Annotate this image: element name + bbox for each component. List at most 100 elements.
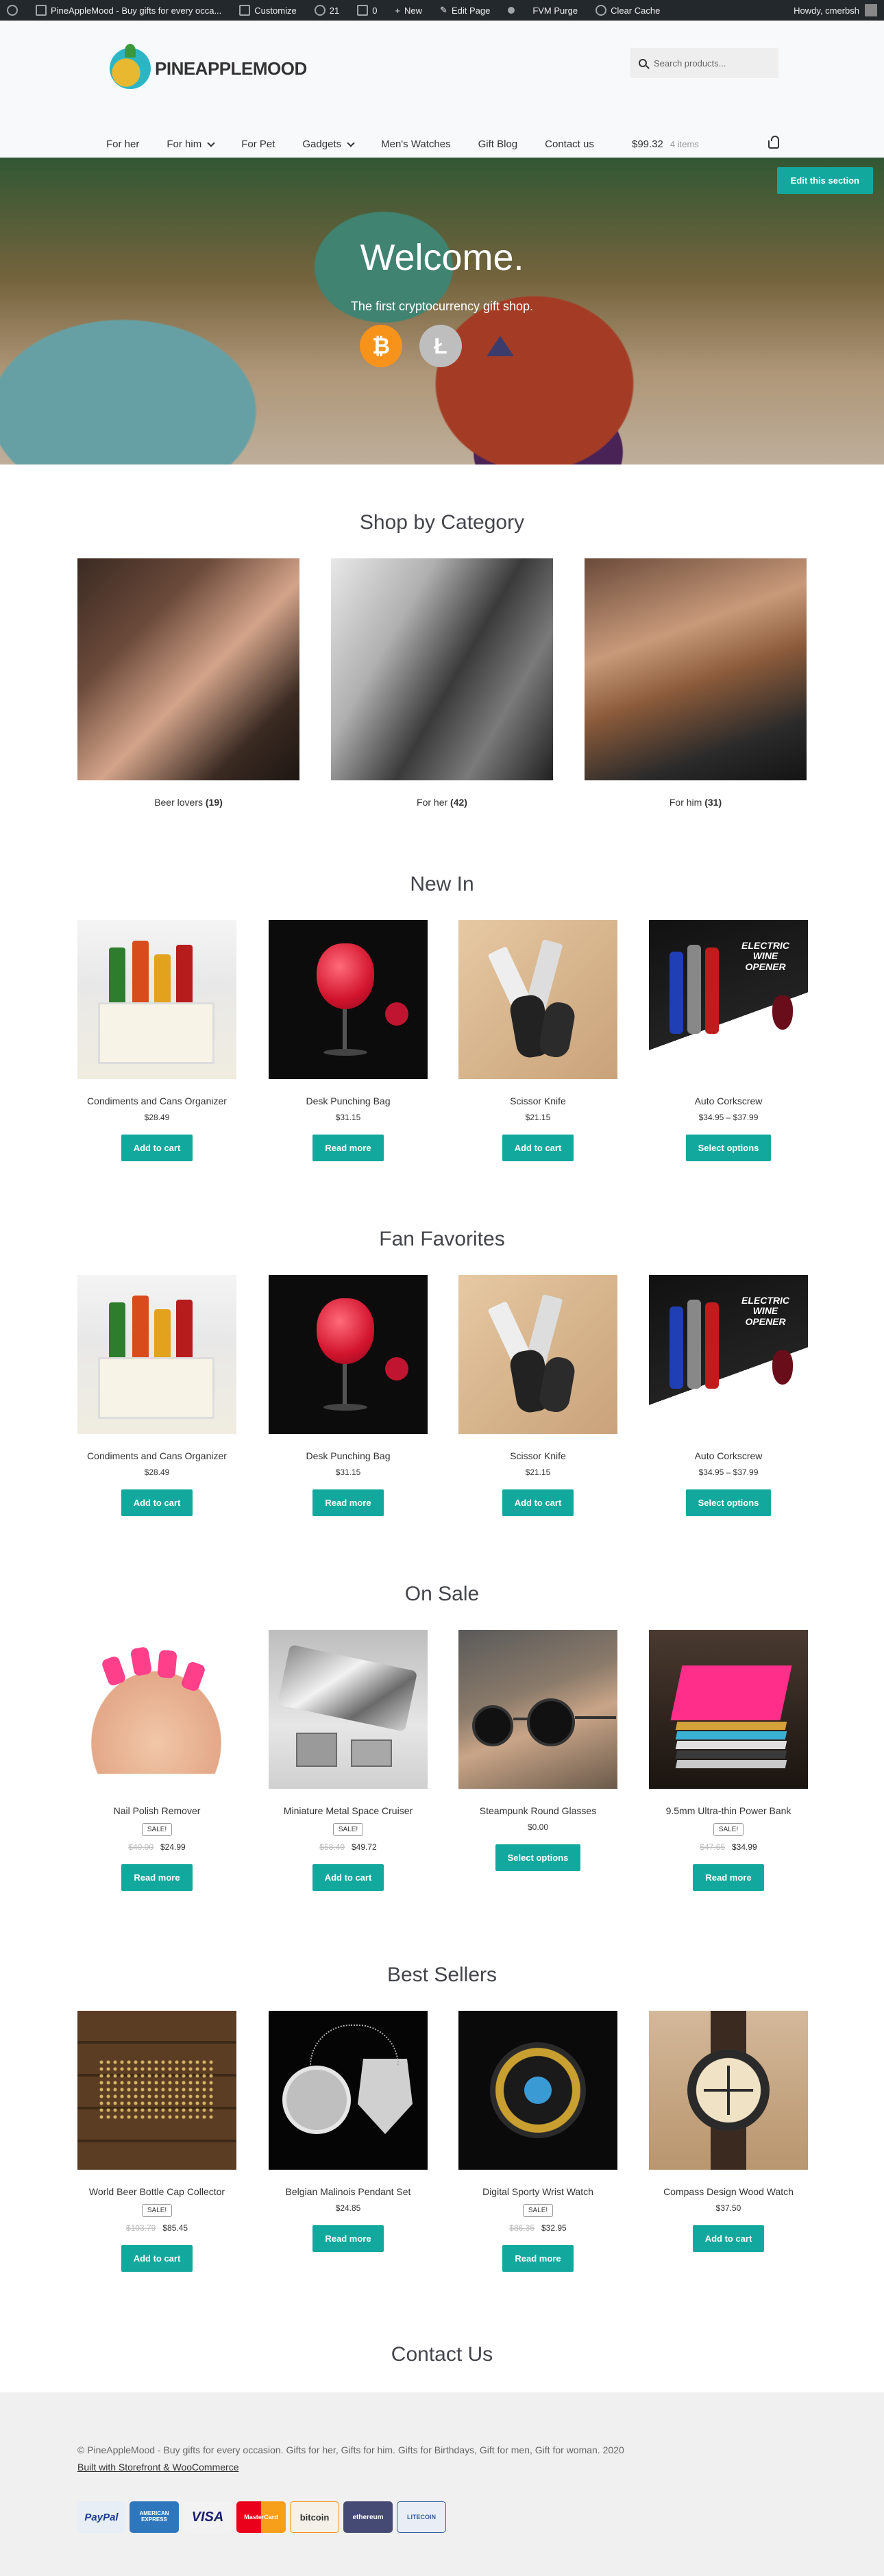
- admin-clear-cache[interactable]: Clear Cache: [596, 5, 660, 16]
- product-card[interactable]: 9.5mm Ultra-thin Power Bank Sale! $47.65…: [649, 1630, 808, 1891]
- litecoin-payment-icon: LITECOIN: [397, 2501, 446, 2533]
- admin-new[interactable]: + New: [395, 5, 422, 16]
- product-card[interactable]: Scissor Knife $21.15 Add to cart: [458, 920, 617, 1161]
- sale-badge: Sale!: [141, 1823, 173, 1836]
- add-to-cart-button[interactable]: Add to cart: [502, 1135, 574, 1161]
- nav-item-mens-watches[interactable]: Men's Watches: [381, 138, 451, 150]
- admin-customize[interactable]: Customize: [239, 5, 297, 16]
- hero-banner: Welcome. The first cryptocurrency gift s…: [0, 158, 884, 465]
- select-options-button[interactable]: Select options: [686, 1489, 771, 1516]
- admin-bar: PineAppleMood - Buy gifts for every occa…: [0, 0, 884, 21]
- category-image[interactable]: [331, 558, 553, 780]
- nav-item-for-pet[interactable]: For Pet: [241, 138, 275, 150]
- product-image[interactable]: [77, 1630, 236, 1789]
- product-card[interactable]: Nail Polish Remover Sale! $40.00 $24.99 R…: [77, 1630, 236, 1891]
- admin-status[interactable]: [508, 7, 515, 14]
- cart-count: 4 items: [670, 139, 699, 149]
- admin-updates[interactable]: 21: [314, 5, 339, 16]
- admin-site-link[interactable]: PineAppleMood - Buy gifts for every occa…: [36, 5, 221, 16]
- best-sellers-title: Best Sellers: [386, 1964, 498, 1986]
- product-card[interactable]: Digital Sporty Wrist Watch Sale! $86.35 $…: [458, 2011, 617, 2272]
- crypto-coins: ₿ Ł: [360, 325, 521, 367]
- product-image[interactable]: [649, 2011, 808, 2170]
- product-image[interactable]: [458, 1630, 617, 1789]
- footer-built-with-link[interactable]: Built with Storefront & WooCommerce: [77, 2459, 624, 2476]
- primary-nav: For her For him For Pet Gadgets Men's Wa…: [106, 138, 594, 150]
- new-in-title: New In: [410, 873, 474, 895]
- add-to-cart-button[interactable]: Add to cart: [693, 2225, 764, 2252]
- admin-fvm-purge[interactable]: FVM Purge: [532, 5, 578, 16]
- product-card[interactable]: Compass Design Wood Watch $37.50 Add to …: [649, 2011, 808, 2252]
- read-more-button[interactable]: Read more: [312, 1489, 384, 1516]
- product-image[interactable]: [458, 2011, 617, 2170]
- nav-item-gift-blog[interactable]: Gift Blog: [478, 138, 518, 150]
- category-image[interactable]: [77, 558, 299, 780]
- read-more-button[interactable]: Read more: [312, 2225, 384, 2252]
- product-card[interactable]: ELECTRIC WINE OPENER Auto Corkscrew $34.95…: [649, 1275, 808, 1516]
- add-to-cart-button[interactable]: Add to cart: [121, 1489, 193, 1516]
- product-card[interactable]: Condiments and Cans Organizer $28.49 Add…: [77, 1275, 236, 1516]
- select-options-button[interactable]: Select options: [686, 1135, 771, 1161]
- category-card-beer-lovers[interactable]: Beer lovers (19): [77, 558, 299, 808]
- read-more-button[interactable]: Read more: [121, 1864, 193, 1891]
- add-to-cart-button[interactable]: Add to cart: [121, 2245, 193, 2272]
- product-image[interactable]: [458, 1275, 617, 1434]
- brush-icon: [239, 5, 251, 16]
- site-footer: © PineAppleMood - Buy gifts for every oc…: [0, 2392, 884, 2576]
- product-card[interactable]: Scissor Knife $21.15 Add to cart: [458, 1275, 617, 1516]
- on-sale-title: On Sale: [404, 1583, 480, 1605]
- nav-item-contact-us[interactable]: Contact us: [545, 138, 594, 150]
- nav-item-gadgets[interactable]: Gadgets: [302, 138, 355, 150]
- read-more-button[interactable]: Read more: [502, 2245, 574, 2272]
- site-logo[interactable]: PINEAPPLEMOOD: [110, 44, 307, 89]
- product-image[interactable]: [269, 920, 428, 1079]
- product-image[interactable]: [77, 920, 236, 1079]
- product-image[interactable]: [649, 1630, 808, 1789]
- admin-account[interactable]: Howdy, cmerbsh: [794, 4, 877, 16]
- product-image[interactable]: [269, 1630, 428, 1789]
- contact-title: Contact Us: [391, 2343, 493, 2366]
- select-options-button[interactable]: Select options: [495, 1844, 580, 1871]
- product-card[interactable]: Desk Punching Bag $31.15 Read more: [269, 1275, 428, 1516]
- sale-badge: Sale!: [332, 1823, 364, 1836]
- visa-icon: VISA: [183, 2501, 232, 2533]
- category-card-for-her[interactable]: For her (42): [331, 558, 553, 808]
- product-card[interactable]: Steampunk Round Glasses $0.00 Select opt…: [458, 1630, 617, 1871]
- product-card[interactable]: Condiments and Cans Organizer $28.49 Add…: [77, 920, 236, 1161]
- nav-item-for-her[interactable]: For her: [106, 138, 139, 150]
- product-image[interactable]: [269, 2011, 428, 2170]
- search-icon: [639, 59, 647, 67]
- product-card[interactable]: Miniature Metal Space Cruiser Sale! $58.…: [269, 1630, 428, 1891]
- basket-icon: [768, 135, 779, 149]
- nav-item-for-him[interactable]: For him: [167, 138, 215, 150]
- chevron-down-icon: [347, 138, 355, 147]
- product-image[interactable]: [77, 2011, 236, 2170]
- avatar: [865, 4, 877, 16]
- product-image[interactable]: [458, 920, 617, 1079]
- cache-icon: [596, 5, 607, 16]
- read-more-button[interactable]: Read more: [312, 1135, 384, 1161]
- mini-cart[interactable]: $99.32 4 items: [632, 135, 779, 150]
- product-card[interactable]: ELECTRIC WINE OPENER Auto Corkscrew $34.95…: [649, 920, 808, 1161]
- search-input[interactable]: Search products...: [630, 48, 778, 78]
- bitcoin-icon: ₿: [360, 325, 402, 367]
- wordpress-logo[interactable]: [7, 5, 18, 16]
- add-to-cart-button[interactable]: Add to cart: [502, 1489, 574, 1516]
- add-to-cart-button[interactable]: Add to cart: [312, 1864, 384, 1891]
- product-image[interactable]: [77, 1275, 236, 1434]
- read-more-button[interactable]: Read more: [693, 1864, 764, 1891]
- product-image[interactable]: ELECTRIC WINE OPENER: [649, 1275, 808, 1434]
- category-card-for-him[interactable]: For him (31): [585, 558, 807, 808]
- product-card[interactable]: Desk Punching Bag $31.15 Read more: [269, 920, 428, 1161]
- edit-section-button[interactable]: Edit this section: [776, 167, 873, 194]
- product-card[interactable]: World Beer Bottle Cap Collector Sale! $1…: [77, 2011, 236, 2272]
- admin-edit-page[interactable]: ✎ Edit Page: [440, 5, 490, 16]
- category-image[interactable]: [585, 558, 807, 780]
- product-image[interactable]: ELECTRIC WINE OPENER: [649, 920, 808, 1079]
- hero-subtitle: The first cryptocurrency gift shop.: [350, 299, 534, 313]
- product-image[interactable]: [269, 1275, 428, 1434]
- admin-comments[interactable]: 0: [357, 5, 377, 16]
- product-card[interactable]: Belgian Malinois Pendant Set $24.85 Read…: [269, 2011, 428, 2252]
- amex-icon: AMERICAN EXPRESS: [130, 2501, 179, 2533]
- add-to-cart-button[interactable]: Add to cart: [121, 1135, 193, 1161]
